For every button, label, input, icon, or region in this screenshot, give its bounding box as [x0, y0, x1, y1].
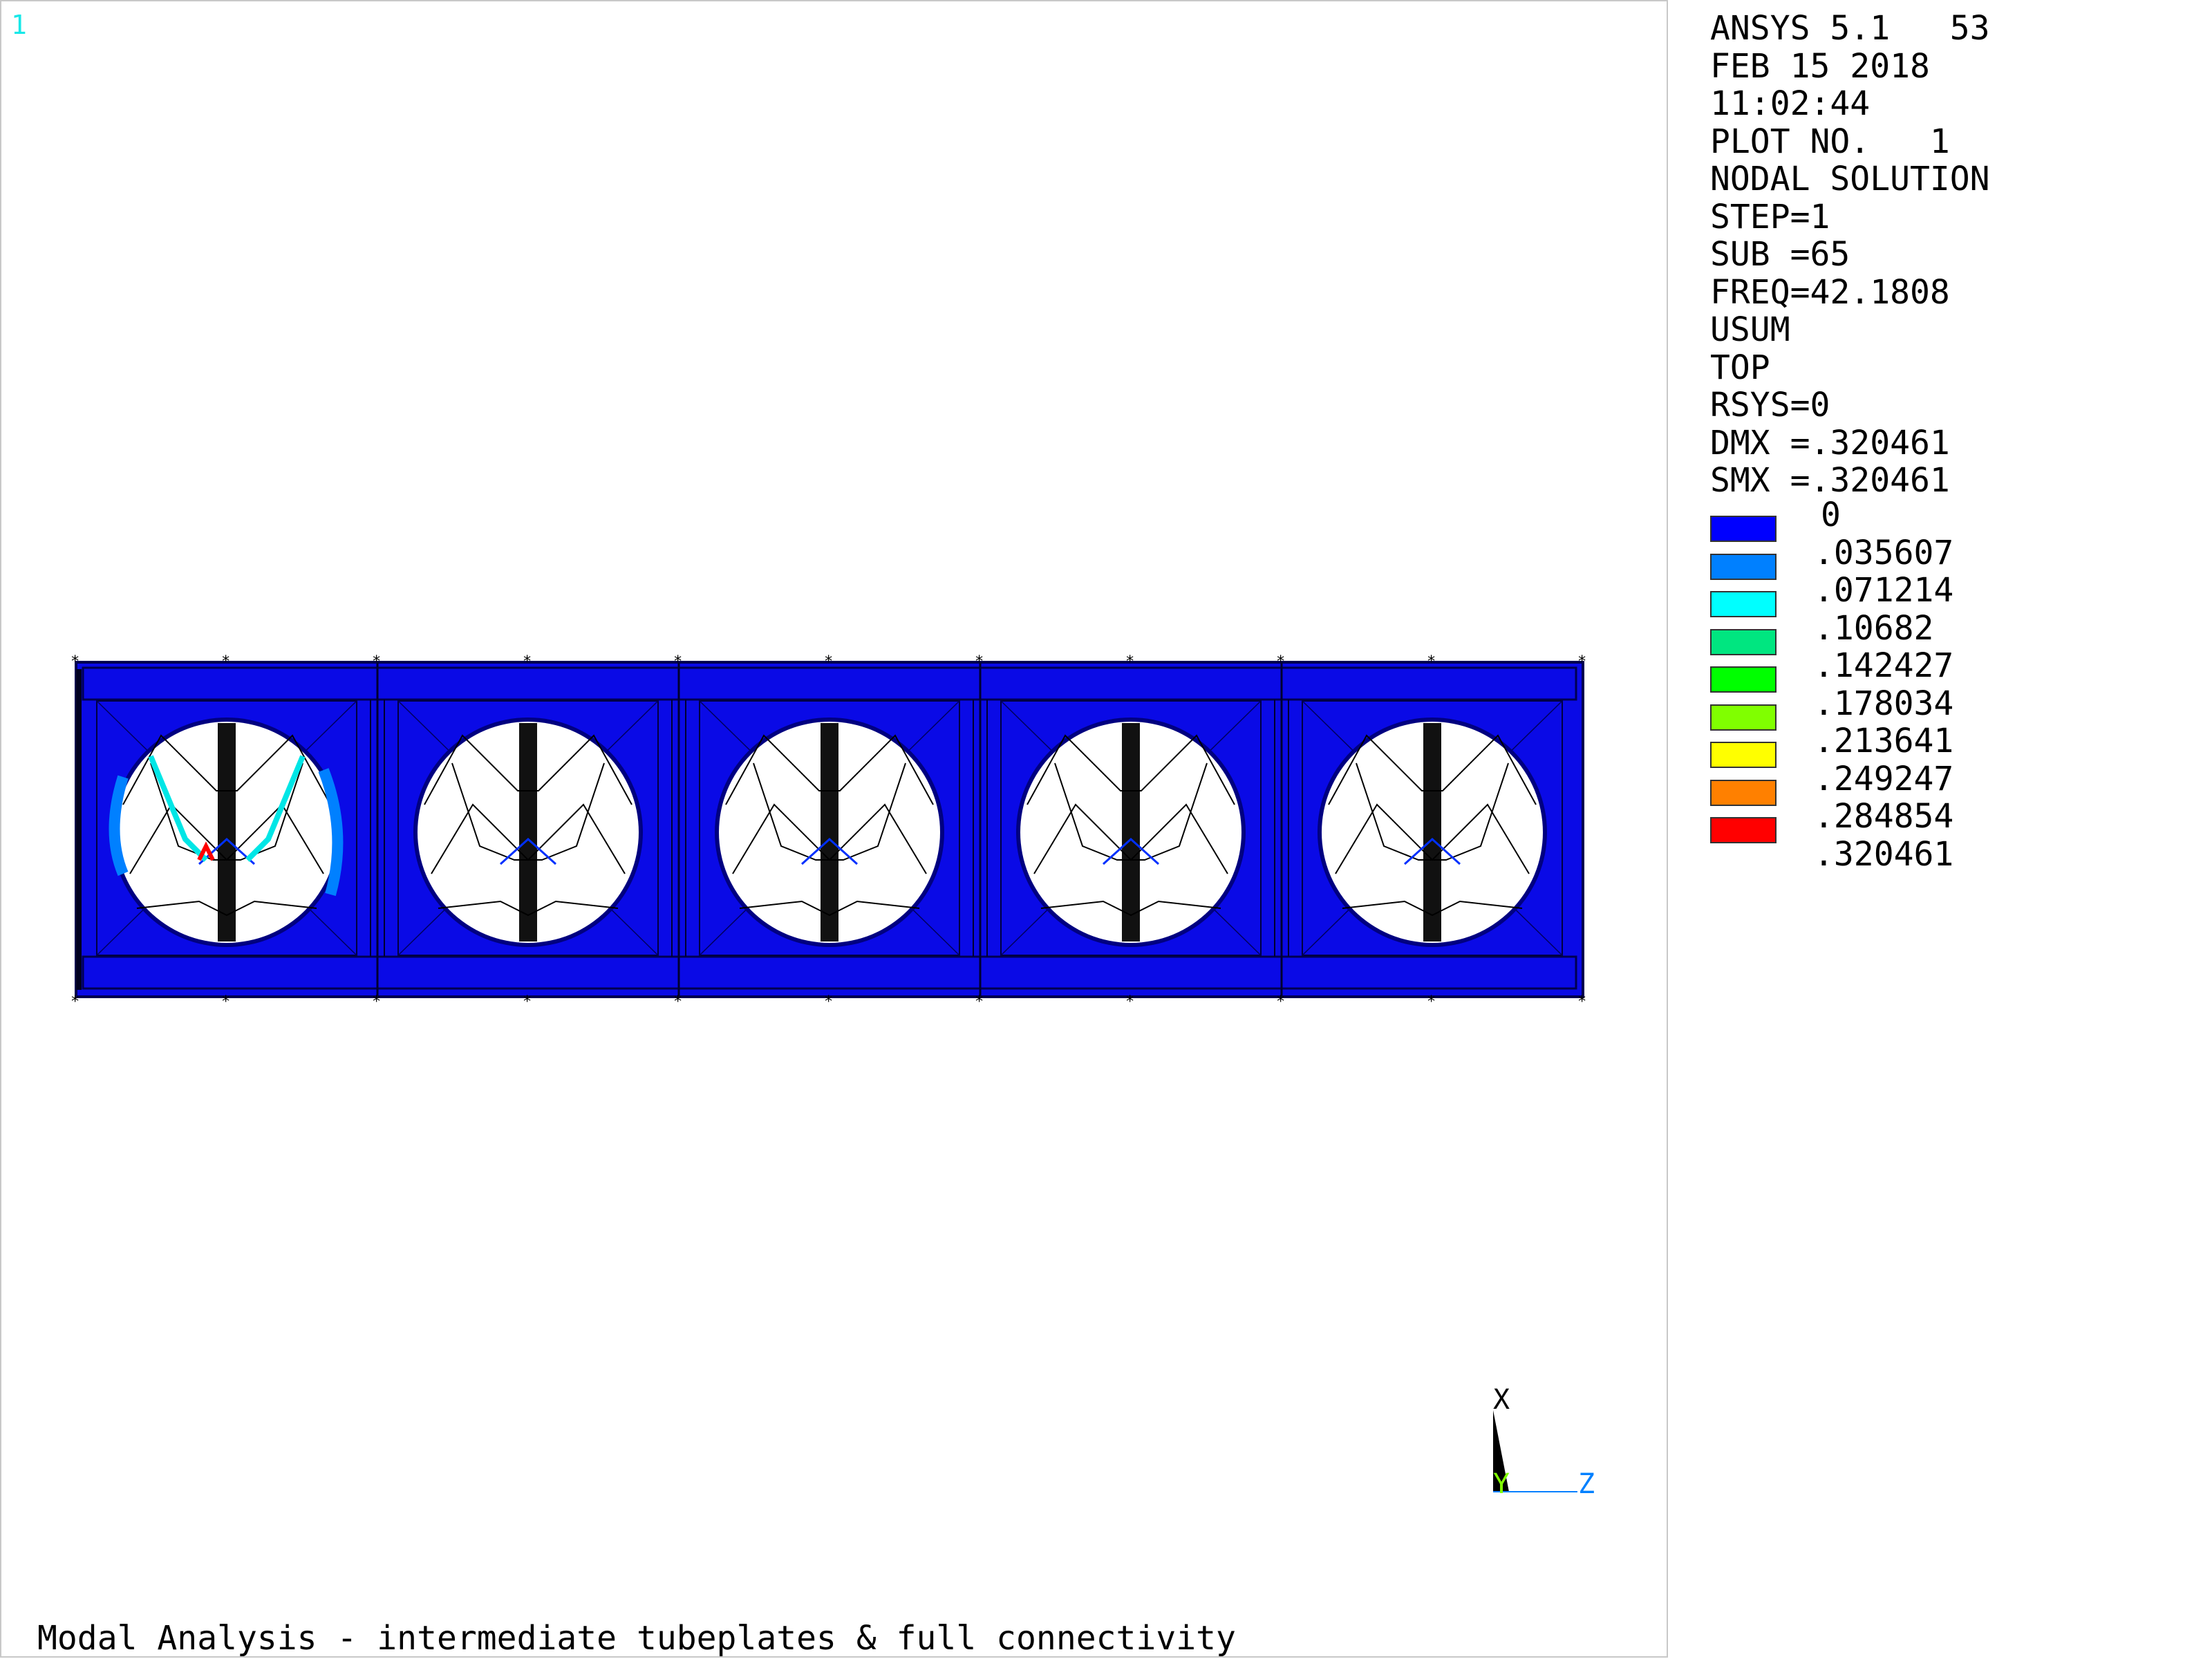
triad-y-label: Y — [1493, 1468, 1510, 1500]
info-line: FEB 15 2018 — [1710, 46, 1930, 86]
legend-level-label: .071214 — [1814, 571, 1954, 610]
legend-level-label: .10682 — [1814, 608, 1934, 648]
legend-color-swatch — [1710, 666, 1777, 693]
info-line: PLOT NO. 1 — [1710, 122, 1950, 161]
node-marker: * — [1125, 653, 1134, 671]
node-marker: * — [221, 653, 230, 671]
info-line: 11:02:44 — [1710, 84, 1871, 123]
coordinate-triad: X Y Z — [1493, 1384, 1595, 1500]
bottom-flange — [82, 955, 1577, 990]
info-line: TOP — [1710, 348, 1770, 387]
legend-color-swatch — [1710, 779, 1777, 806]
node-marker: * — [71, 993, 79, 1011]
legend-color-swatch — [1710, 628, 1777, 655]
node-marker: * — [1125, 993, 1134, 1011]
graphics-viewport[interactable]: * * * * * * * * * * * * * * * * * * * * * * X Y Z — [0, 0, 1666, 1659]
top-flange — [82, 666, 1577, 701]
legend-color-swatch — [1710, 704, 1777, 731]
legend-color-swatch — [1710, 591, 1777, 617]
legend-color-swatch — [1710, 742, 1777, 768]
center-bar — [1122, 723, 1140, 941]
node-marker: * — [523, 993, 532, 1011]
info-line: DMX =.320461 — [1710, 423, 1950, 462]
node-marker: * — [1577, 653, 1586, 671]
center-bar — [1423, 723, 1441, 941]
node-marker: * — [1427, 653, 1436, 671]
center-bar — [821, 723, 838, 941]
legend-level-label: .249247 — [1814, 759, 1954, 798]
info-line: NODAL SOLUTION — [1710, 160, 1990, 198]
plot-title: Modal Analysis - intermediate tubeplates… — [37, 1619, 1236, 1658]
info-line: FREQ=42.1808 — [1710, 272, 1950, 312]
info-line: ANSYS 5.1 53 — [1710, 9, 1990, 48]
node-marker: * — [673, 653, 682, 671]
legend-level-label: 0 — [1821, 496, 1841, 534]
window-number: 1 — [11, 10, 27, 40]
node-marker: * — [372, 993, 381, 1011]
node-marker: * — [71, 653, 79, 671]
triad-x-label: X — [1493, 1384, 1510, 1416]
info-line: RSYS=0 — [1710, 386, 1830, 424]
center-bar — [519, 723, 537, 941]
triad-z-label: Z — [1578, 1468, 1595, 1500]
finite-element-model: * * * * * * * * * * * * * * * * * * * * * * — [71, 653, 1586, 1011]
node-marker: * — [1276, 993, 1285, 1011]
node-marker: * — [372, 653, 381, 671]
node-marker: * — [1276, 653, 1285, 671]
legend-level-label: .213641 — [1814, 722, 1954, 760]
legend-level-label: .284854 — [1814, 797, 1954, 836]
center-bar — [218, 723, 236, 941]
info-line: SUB =65 — [1710, 235, 1850, 274]
node-marker: * — [523, 653, 532, 671]
node-marker: * — [221, 993, 230, 1011]
legend-level-label: .035607 — [1814, 533, 1954, 572]
info-line: USUM — [1710, 310, 1790, 349]
legend-color-swatch — [1710, 516, 1777, 542]
legend-level-label: .178034 — [1814, 684, 1954, 723]
info-line: STEP=1 — [1710, 197, 1830, 236]
node-marker: * — [975, 993, 984, 1011]
node-marker: * — [1577, 993, 1586, 1011]
node-marker: * — [975, 653, 984, 671]
legend-color-swatch — [1710, 817, 1777, 843]
node-marker: * — [1427, 993, 1436, 1011]
solution-info-panel: ANSYS 5.1 53 FEB 15 2018 11:02:44 PLOT NO. … — [1710, 10, 1990, 500]
left-edge — [76, 669, 82, 990]
node-marker: * — [824, 993, 833, 1011]
legend-level-label: .142427 — [1814, 646, 1954, 685]
legend-color-swatch — [1710, 553, 1777, 580]
node-marker: * — [824, 653, 833, 671]
node-marker: * — [673, 993, 682, 1011]
info-line: SMX =.320461 — [1710, 461, 1950, 500]
legend-level-label: .320461 — [1814, 834, 1954, 874]
